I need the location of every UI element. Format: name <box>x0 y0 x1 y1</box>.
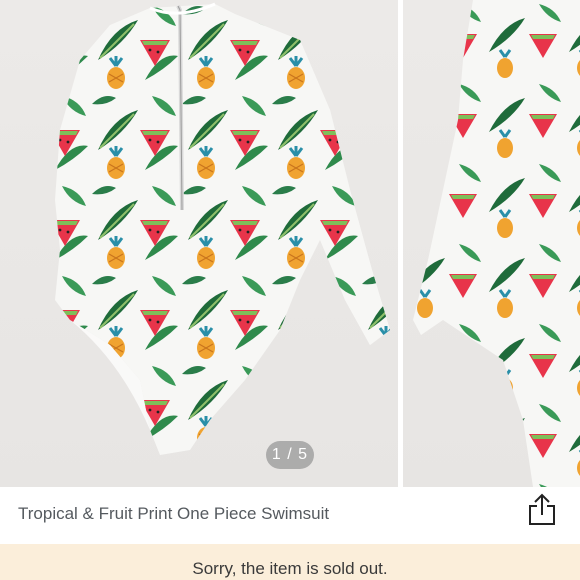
sold-out-banner: Sorry, the item is sold out. <box>0 544 580 580</box>
sold-out-message: Sorry, the item is sold out. <box>192 559 388 578</box>
product-image-next[interactable] <box>403 0 580 487</box>
image-counter: 1 / 5 <box>266 441 314 469</box>
image-gallery[interactable]: 1 / 5 <box>0 0 580 487</box>
product-title-row: Tropical & Fruit Print One Piece Swimsui… <box>0 487 580 544</box>
share-icon <box>529 493 555 525</box>
product-title: Tropical & Fruit Print One Piece Swimsui… <box>18 504 330 523</box>
swimsuit-detail-illustration <box>413 0 580 487</box>
product-image-main[interactable] <box>0 0 398 487</box>
share-button[interactable] <box>526 491 558 527</box>
swimsuit-front-illustration <box>55 2 390 455</box>
